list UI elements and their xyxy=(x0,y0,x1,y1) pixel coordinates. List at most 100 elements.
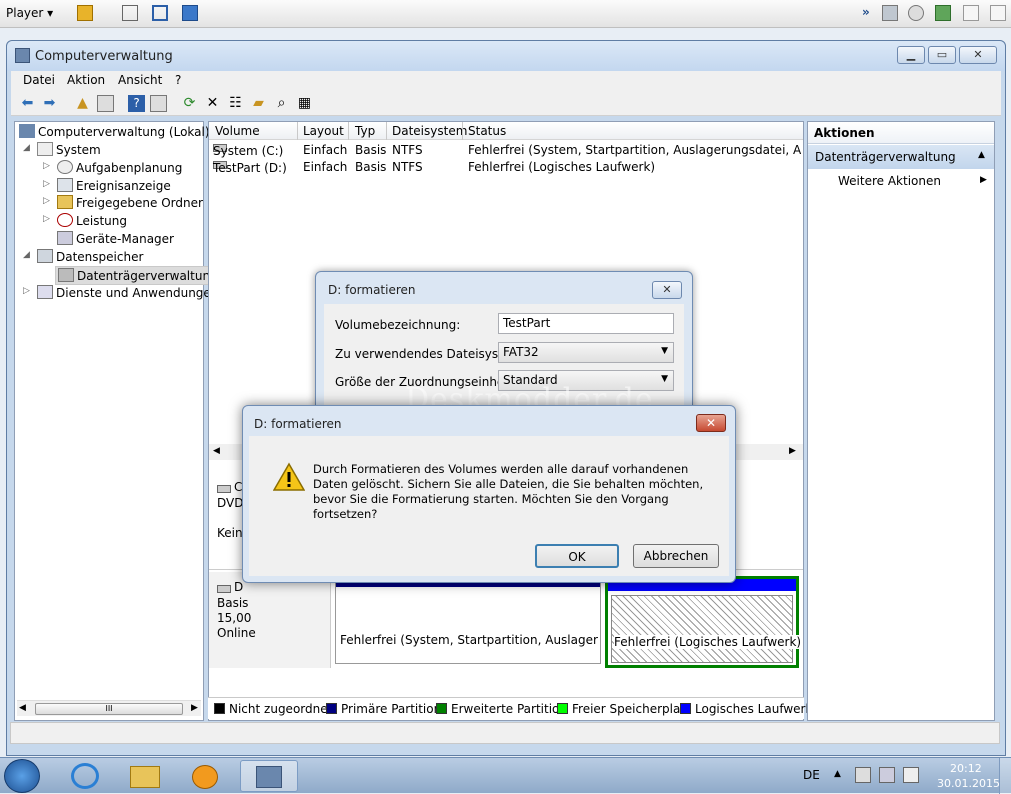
close-button[interactable]: ✕ xyxy=(959,46,997,64)
scroll-left-icon[interactable]: ◀ xyxy=(213,446,220,456)
ok-button[interactable]: OK xyxy=(535,544,619,568)
minimize-button[interactable]: ▁ xyxy=(897,46,925,64)
scroll-right-icon[interactable]: ▶ xyxy=(789,446,796,456)
show-hide-actions-icon[interactable] xyxy=(150,95,167,112)
disk-properties-icon[interactable]: ▦ xyxy=(296,95,313,112)
format-dialog-title: D: formatieren xyxy=(328,283,416,297)
actions-section[interactable]: Datenträgerverwaltung ▲ xyxy=(808,145,994,169)
menu-aktion[interactable]: Aktion xyxy=(67,73,105,87)
expanded-arrow-icon[interactable]: ◢ xyxy=(23,143,30,153)
properties-icon[interactable]: ☷ xyxy=(227,95,244,112)
dropdown-arrow-icon: ▼ xyxy=(661,374,668,384)
collapsed-arrow-icon[interactable]: ▷ xyxy=(43,196,50,206)
filesystem-select[interactable]: FAT32 ▼ xyxy=(498,342,674,363)
tree-aufgabenplanung[interactable]: Aufgabenplanung xyxy=(57,160,182,175)
partition-c[interactable]: Fehlerfrei (System, Startpartition, Ausl… xyxy=(335,576,601,664)
taskbar-explorer[interactable] xyxy=(118,760,172,792)
dvd-icon xyxy=(217,485,231,493)
menu-ansicht[interactable]: Ansicht xyxy=(118,73,162,87)
action-center-icon[interactable] xyxy=(855,767,871,783)
collapsed-arrow-icon[interactable]: ▷ xyxy=(43,161,50,171)
usb-icon[interactable] xyxy=(963,5,979,21)
show-hide-tree-icon[interactable] xyxy=(97,95,114,112)
player-menu[interactable]: Player ▾ xyxy=(6,6,53,20)
language-indicator[interactable]: DE xyxy=(803,768,820,782)
menu-datei[interactable]: Datei xyxy=(23,73,55,87)
col-status[interactable]: Status xyxy=(468,124,506,138)
tree-datentraegerverwaltung[interactable]: Datenträgerverwaltung xyxy=(55,266,221,285)
tree-datenspeicher[interactable]: Datenspeicher xyxy=(37,249,143,264)
volume-row[interactable]: TestPart (D:) Einfach Basis NTFS Fehlerf… xyxy=(209,159,803,176)
show-hidden-icons-icon[interactable]: ▲ xyxy=(834,769,841,779)
menu-help[interactable]: ? xyxy=(175,73,181,87)
collapsed-arrow-icon[interactable]: ▷ xyxy=(43,214,50,224)
network-status-icon[interactable] xyxy=(879,767,895,783)
taskbar-mediaplayer[interactable] xyxy=(178,760,232,792)
scroll-right-icon[interactable]: ▶ xyxy=(191,703,198,713)
volume-label-input[interactable]: TestPart xyxy=(498,313,674,334)
forward-icon[interactable]: ➡ xyxy=(41,95,58,112)
back-icon[interactable]: ⬅ xyxy=(19,95,36,112)
fullscreen-icon[interactable] xyxy=(152,5,168,21)
col-volume[interactable]: Volume xyxy=(215,124,260,138)
confirm-dialog-body: Durch Formatieren des Volumes werden all… xyxy=(249,436,729,576)
cd-icon[interactable] xyxy=(908,5,924,21)
tree-ereignisanzeige[interactable]: Ereignisanzeige xyxy=(57,178,171,193)
more-actions-item[interactable]: Weitere Aktionen ▶ xyxy=(838,174,988,188)
collapsed-arrow-icon[interactable]: ▷ xyxy=(23,286,30,296)
search-icon[interactable]: ⌕ xyxy=(273,95,290,112)
tree-dienste[interactable]: Dienste und Anwendungen xyxy=(37,285,218,300)
pause-icon[interactable] xyxy=(77,5,93,21)
tree-root[interactable]: Computerverwaltung (Lokal) xyxy=(19,124,210,139)
double-chevron-icon[interactable]: » xyxy=(862,5,878,21)
taskbar-ie[interactable] xyxy=(58,760,112,792)
collapsed-arrow-icon[interactable]: ▷ xyxy=(43,179,50,189)
col-layout[interactable]: Layout xyxy=(303,124,344,138)
delete-icon[interactable]: ✕ xyxy=(204,95,221,112)
volume-row[interactable]: System (C:) Einfach Basis NTFS Fehlerfre… xyxy=(209,142,803,159)
taskbar-computer-management[interactable] xyxy=(240,760,298,792)
show-desktop-button[interactable] xyxy=(999,758,1011,794)
navigation-tree: Computerverwaltung (Lokal) ◢ System ▷ Au… xyxy=(14,121,221,721)
toolbar: ⬅ ➡ ▲ ? ⟳ ✕ ☷ ▰ ⌕ ▦ xyxy=(11,91,1001,116)
collapse-up-icon[interactable]: ▲ xyxy=(978,150,985,160)
scroll-thumb[interactable]: III xyxy=(35,703,183,715)
help-icon[interactable]: ? xyxy=(128,95,145,112)
message-icon[interactable] xyxy=(990,5,1006,21)
clock-time[interactable]: 20:12 xyxy=(950,762,982,775)
event-viewer-icon xyxy=(57,178,73,192)
open-folder-icon[interactable]: ▰ xyxy=(250,95,267,112)
ie-icon xyxy=(71,763,99,789)
harddisk-icon[interactable] xyxy=(882,5,898,21)
start-button[interactable] xyxy=(4,759,40,793)
maximize-button[interactable]: ▭ xyxy=(928,46,956,64)
storage-icon xyxy=(37,249,53,263)
col-typ[interactable]: Typ xyxy=(355,124,375,138)
confirm-dialog-title: D: formatieren xyxy=(254,417,342,431)
actions-pane: Aktionen Datenträgerverwaltung ▲ Weitere… xyxy=(807,121,995,721)
partition-d[interactable]: Fehlerfrei (Logisches Laufwerk) xyxy=(605,576,802,668)
window-titlebar[interactable]: Computerverwaltung ▁ ▭ ✕ xyxy=(7,41,1005,71)
disk-1-info[interactable]: D Basis 15,00 Online xyxy=(209,572,331,668)
tree-hscrollbar[interactable]: ◀ III ▶ xyxy=(17,700,201,716)
tree-leistung[interactable]: Leistung xyxy=(57,213,127,228)
computer-icon xyxy=(19,124,35,138)
clock-date[interactable]: 30.01.2015 xyxy=(937,777,1000,790)
computer-management-icon xyxy=(256,766,282,788)
unity-icon[interactable] xyxy=(182,5,198,21)
cancel-button[interactable]: Abbrechen xyxy=(633,544,719,568)
network-adapter-icon[interactable] xyxy=(935,5,951,21)
format-dialog-close-button[interactable]: ✕ xyxy=(652,281,682,299)
tree-freigegebene-ordner[interactable]: Freigegebene Ordner xyxy=(57,195,203,210)
confirm-dialog-close-button[interactable]: ✕ xyxy=(696,414,726,432)
volume-icon[interactable] xyxy=(903,767,919,783)
up-folder-icon[interactable]: ▲ xyxy=(74,95,91,112)
expanded-arrow-icon[interactable]: ◢ xyxy=(23,250,30,260)
tree-geraete-manager[interactable]: Geräte-Manager xyxy=(57,231,174,246)
scroll-left-icon[interactable]: ◀ xyxy=(19,703,26,713)
media-player-icon xyxy=(192,765,218,789)
refresh-icon[interactable]: ⟳ xyxy=(181,95,198,112)
col-dateisystem[interactable]: Dateisystem xyxy=(392,124,467,138)
tree-system[interactable]: System xyxy=(37,142,101,157)
network-icon[interactable] xyxy=(122,5,138,21)
